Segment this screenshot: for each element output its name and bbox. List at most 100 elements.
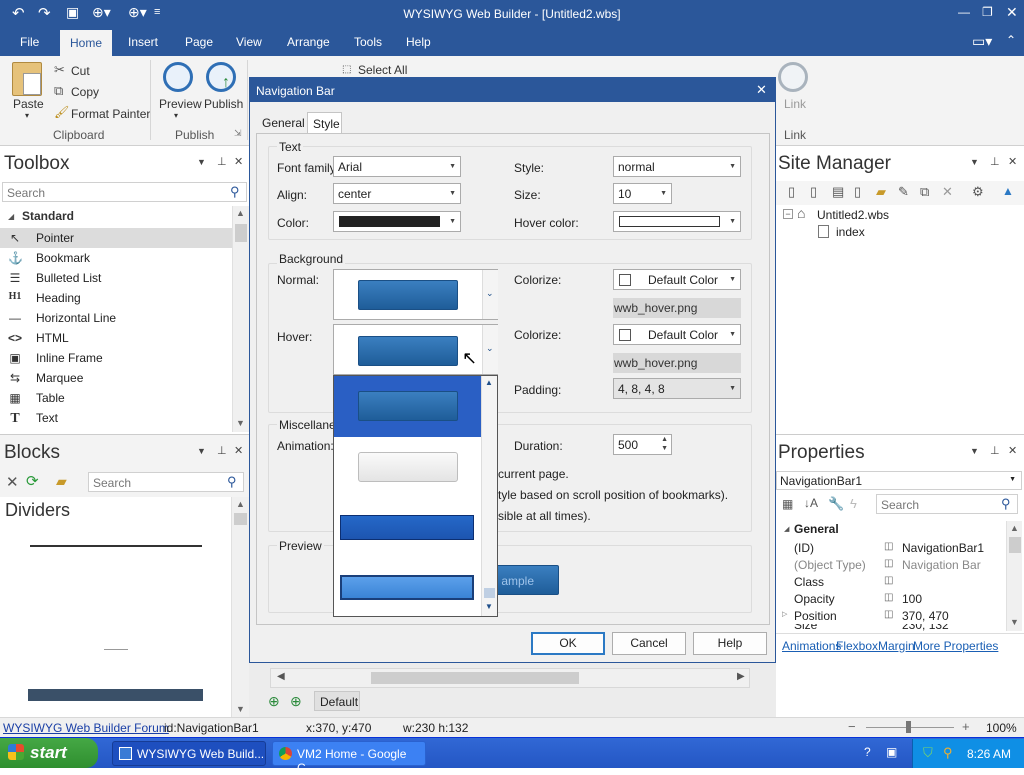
colorize-normal-select[interactable]: Default Color ▼	[613, 269, 741, 290]
prop-value[interactable]: 370, 470	[902, 609, 949, 623]
tab-tools[interactable]: Tools	[354, 35, 382, 49]
move-up-icon[interactable]: ▲	[1002, 184, 1014, 198]
scroll-thumb[interactable]	[484, 588, 495, 598]
tab-view[interactable]: View	[236, 35, 262, 49]
zoom-out-icon[interactable]: −	[848, 719, 856, 734]
prop-value[interactable]: 100	[902, 592, 922, 606]
forum-link[interactable]: WYSIWYG Web Builder Forum	[3, 721, 169, 735]
tab-arrange[interactable]: Arrange	[287, 35, 330, 49]
copy-button[interactable]: Copy	[71, 85, 99, 99]
dialog-close-icon[interactable]: ✕	[756, 82, 767, 98]
toolbox-item-html[interactable]: <> HTML	[8, 328, 232, 348]
display-options-icon[interactable]: ▭▾	[972, 33, 992, 50]
toolbox-item-marquee[interactable]: ⇆ Marquee	[8, 368, 232, 388]
zoom-in-icon[interactable]: +	[962, 719, 970, 734]
scroll-thumb[interactable]	[371, 672, 579, 684]
prop-value[interactable]: 230, 132	[902, 624, 949, 632]
pin-icon[interactable]: ⊥	[217, 444, 227, 457]
refresh-icon[interactable]: ⟳	[26, 472, 39, 490]
publish-button[interactable]: Publish	[204, 97, 243, 111]
close-icon[interactable]: ✕	[1006, 4, 1018, 21]
divider-preview[interactable]	[30, 545, 202, 547]
scroll-thumb[interactable]	[234, 513, 247, 525]
dropdown-button[interactable]: ⌄	[482, 270, 498, 319]
hover-color-picker[interactable]: ▼	[613, 211, 741, 232]
canvas-hscrollbar[interactable]: ◀ ▶	[270, 668, 750, 688]
new-page-icon[interactable]: ▯	[788, 184, 795, 200]
tree-collapse-icon[interactable]: −	[783, 209, 793, 219]
collapse-triangle-icon[interactable]: ◢	[784, 525, 789, 533]
prop-value[interactable]: NavigationBar1	[902, 541, 984, 555]
toolbox-item-text[interactable]: T Text	[8, 408, 232, 428]
add-folder-icon[interactable]: ▰	[56, 473, 67, 490]
blocks-scrollbar[interactable]: ▲ ▼	[231, 497, 249, 718]
select-all-icon[interactable]: ⬚	[342, 64, 351, 75]
collapse-ribbon-icon[interactable]: ⌃	[1006, 33, 1016, 47]
preview-button[interactable]: Preview	[159, 97, 202, 111]
dropdown-option[interactable]	[334, 437, 481, 499]
properties-search-input[interactable]: Search	[876, 494, 1018, 514]
size-select[interactable]: 10 ▼	[613, 183, 672, 204]
tab-style[interactable]: Style	[307, 112, 342, 133]
dropdown-option-selected[interactable]	[334, 376, 481, 437]
preview-icon[interactable]	[163, 62, 193, 92]
new-page-alt-icon[interactable]: ▯	[854, 184, 861, 200]
link-icon[interactable]	[778, 62, 808, 92]
toolbox-item-heading[interactable]: H1 Heading	[8, 288, 232, 308]
clock[interactable]: 8:26 AM	[967, 747, 1011, 761]
prop-bind-icon[interactable]: ◫	[884, 592, 893, 603]
link-more-properties[interactable]: More Properties	[913, 639, 998, 653]
shield-icon[interactable]: ⛉	[923, 745, 933, 761]
format-painter-icon[interactable]: 🖌	[54, 105, 69, 119]
ok-button[interactable]: OK	[531, 632, 605, 655]
toolbox-item-inline-frame[interactable]: ▣ Inline Frame	[8, 348, 232, 368]
link-flexbox[interactable]: Flexbox	[836, 639, 878, 653]
color-picker[interactable]: ▼	[333, 211, 461, 232]
add-page-icon[interactable]: ⊕	[268, 693, 280, 710]
cut-icon[interactable]: ✂	[54, 62, 65, 78]
collapse-triangle-icon[interactable]: ◢	[8, 212, 14, 221]
network-icon[interactable]: ▣	[886, 745, 897, 759]
tab-file[interactable]: File	[20, 35, 39, 49]
pin-icon[interactable]: ⊥	[990, 444, 1000, 457]
properties-scrollbar[interactable]: ▲ ▼	[1006, 521, 1022, 631]
tab-general[interactable]: General	[262, 116, 305, 130]
property-group-general[interactable]: General	[794, 522, 839, 536]
new-page-template-icon[interactable]: ▯	[810, 184, 817, 200]
link-button[interactable]: Link	[784, 97, 806, 111]
search-icon[interactable]: ⚲	[943, 745, 953, 761]
categorized-icon[interactable]: ▦	[782, 497, 793, 511]
wrench-icon[interactable]: 🔧	[828, 496, 844, 512]
search-icon[interactable]: ⚲	[1001, 496, 1011, 512]
paste-button[interactable]: Paste	[13, 97, 44, 111]
normal-image-select[interactable]: ⌄	[333, 269, 498, 320]
page-properties-icon[interactable]: ⚙	[972, 184, 984, 200]
dialog-launcher-icon[interactable]: ⇲	[234, 128, 242, 139]
search-icon[interactable]: ⚲	[227, 474, 237, 490]
toolbox-item-horizontal-line[interactable]: — Horizontal Line	[8, 308, 232, 328]
scroll-thumb[interactable]	[235, 224, 247, 242]
toolbox-search-input[interactable]: Search	[2, 182, 247, 202]
panel-close-icon[interactable]: ✕	[1008, 444, 1017, 457]
panel-close-icon[interactable]: ✕	[1008, 155, 1017, 168]
divider-preview[interactable]	[104, 649, 128, 650]
dropdown-option[interactable]	[334, 557, 481, 616]
panel-menu-icon[interactable]: ▼	[970, 157, 979, 167]
page-settings-icon[interactable]: ⊕	[290, 693, 302, 710]
lightning-icon[interactable]: ϟ	[850, 496, 857, 511]
delete-icon[interactable]: ✕	[6, 473, 19, 491]
select-all-button[interactable]: Select All	[358, 63, 407, 77]
dropdown-button[interactable]: ⌄	[482, 325, 498, 374]
tab-page[interactable]: Page	[185, 35, 213, 49]
paste-icon[interactable]	[12, 62, 42, 96]
scroll-thumb[interactable]	[1009, 537, 1021, 553]
object-selector[interactable]: NavigationBar1 ▼	[776, 471, 1022, 490]
dropdown-scrollbar[interactable]: ▲ ▼	[481, 376, 497, 616]
pin-icon[interactable]: ⊥	[990, 155, 1000, 168]
prop-bind-icon[interactable]: ◫	[884, 558, 893, 569]
toolbox-item-bulleted-list[interactable]: ☰ Bulleted List	[8, 268, 232, 288]
divider-preview[interactable]	[28, 689, 203, 701]
panel-close-icon[interactable]: ✕	[234, 155, 243, 168]
link-margin[interactable]: Margin	[878, 639, 915, 653]
format-painter-button[interactable]: Format Painter	[71, 107, 150, 121]
